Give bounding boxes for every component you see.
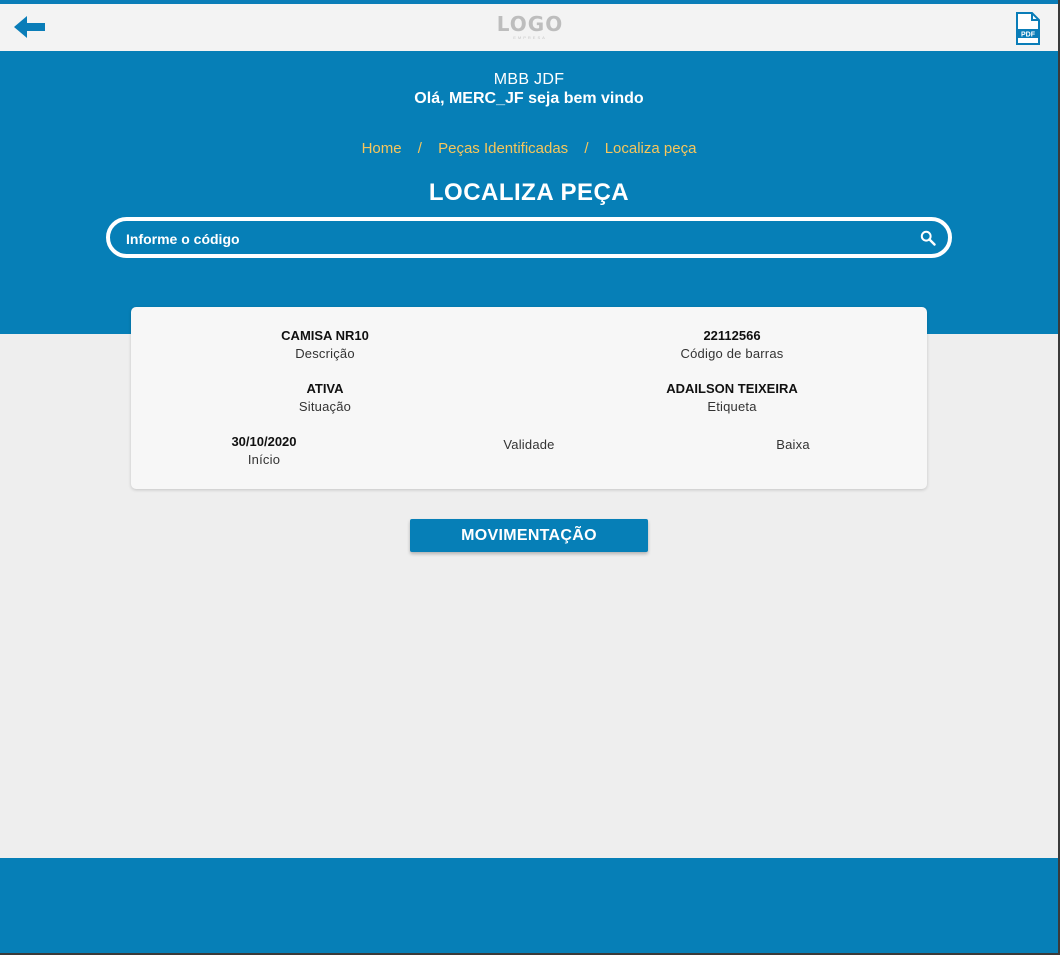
field-codigo-barras: 22112566 Código de barras	[602, 328, 862, 361]
codigo-barras-value: 22112566	[703, 328, 761, 343]
breadcrumb-home[interactable]: Home	[362, 140, 402, 157]
baixa-value	[663, 419, 923, 437]
etiqueta-label: Etiqueta	[707, 399, 757, 414]
codigo-barras-label: Código de barras	[680, 346, 784, 361]
field-descricao: CAMISA NR10 Descrição	[195, 328, 455, 361]
field-inicio: 30/10/2020 Início	[134, 434, 394, 467]
search-input[interactable]	[124, 221, 908, 256]
search-bar	[106, 217, 952, 258]
validade-label: Validade	[503, 437, 555, 452]
situacao-label: Situação	[298, 399, 352, 414]
breadcrumb-localiza-peca[interactable]: Localiza peça	[605, 140, 697, 157]
pdf-icon-label: PDF	[1021, 32, 1036, 39]
search-icon[interactable]	[920, 230, 936, 246]
logo: LOGO EMPRESA	[488, 13, 572, 40]
welcome-greeting: Olá, MERC_JF seja bem vindo	[414, 90, 644, 107]
breadcrumb-pecas-identificadas[interactable]: Peças Identificadas	[438, 140, 568, 157]
arrow-left-icon	[14, 16, 45, 38]
breadcrumb-separator: /	[417, 140, 422, 157]
baixa-label: Baixa	[776, 437, 810, 452]
top-bar: LOGO EMPRESA PDF	[0, 0, 1058, 51]
field-situacao: ATIVA Situação	[195, 381, 455, 414]
company-name: MBB JDF	[493, 71, 565, 88]
field-baixa: Baixa	[663, 419, 923, 452]
etiqueta-value: ADAILSON TEIXEIRA	[666, 381, 798, 396]
pdf-export-button[interactable]: PDF	[1015, 12, 1041, 46]
descricao-value: CAMISA NR10	[281, 328, 369, 343]
field-validade: Validade	[399, 419, 659, 452]
field-etiqueta: ADAILSON TEIXEIRA Etiqueta	[602, 381, 862, 414]
breadcrumb-separator: /	[584, 140, 589, 157]
page-title: LOCALIZA PEÇA	[428, 179, 630, 206]
validade-value	[399, 419, 659, 437]
footer	[0, 858, 1058, 953]
logo-text: LOGO	[496, 12, 564, 36]
back-button[interactable]	[12, 14, 48, 40]
pdf-file-icon: PDF	[1016, 12, 1040, 45]
inicio-label: Início	[247, 452, 281, 467]
hero-section: MBB JDF Olá, MERC_JF seja bem vindo Home…	[0, 51, 1058, 334]
inicio-value: 30/10/2020	[231, 434, 297, 449]
breadcrumb: Home / Peças Identificadas / Localiza pe…	[0, 140, 1058, 157]
part-details-card: CAMISA NR10 Descrição 22112566 Código de…	[131, 307, 927, 489]
situacao-value: ATIVA	[306, 381, 344, 396]
descricao-label: Descrição	[295, 346, 355, 361]
app-frame: LOGO EMPRESA PDF MBB JDF Olá, MERC_JF se…	[0, 0, 1060, 955]
movimentacao-button[interactable]: MOVIMENTAÇÃO	[410, 519, 648, 552]
